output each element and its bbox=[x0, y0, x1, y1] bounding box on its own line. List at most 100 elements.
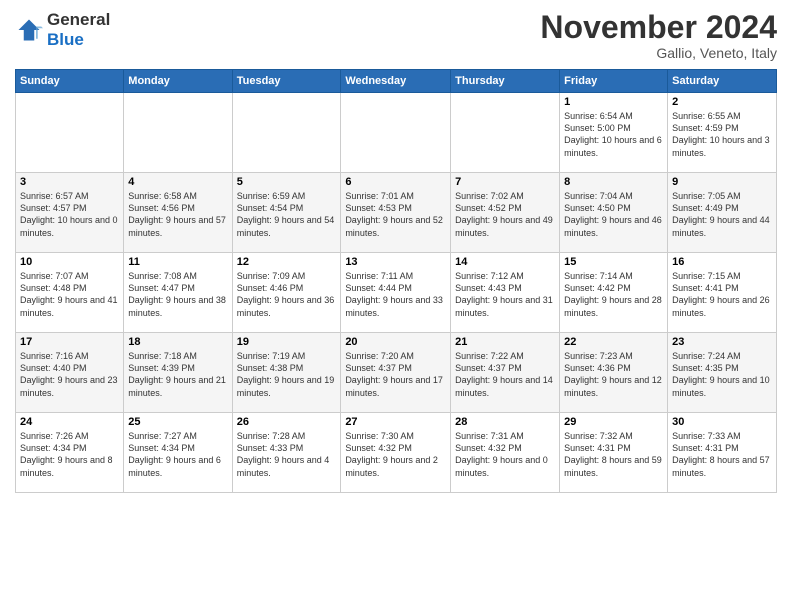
calendar-cell: 27 Sunrise: 7:30 AM Sunset: 4:32 PM Dayli… bbox=[341, 413, 451, 493]
col-sunday: Sunday bbox=[16, 70, 124, 93]
calendar-cell: 26 Sunrise: 7:28 AM Sunset: 4:33 PM Dayli… bbox=[232, 413, 341, 493]
day-number: 19 bbox=[237, 336, 337, 348]
day-number: 23 bbox=[672, 336, 772, 348]
day-number: 5 bbox=[237, 176, 337, 188]
day-number: 14 bbox=[455, 256, 555, 268]
calendar-cell: 28 Sunrise: 7:31 AM Sunset: 4:32 PM Dayli… bbox=[451, 413, 560, 493]
day-number: 22 bbox=[564, 336, 663, 348]
calendar: Sunday Monday Tuesday Wednesday Thursday… bbox=[15, 69, 777, 493]
calendar-cell: 23 Sunrise: 7:24 AM Sunset: 4:35 PM Dayli… bbox=[668, 333, 777, 413]
day-number: 18 bbox=[128, 336, 227, 348]
calendar-cell: 11 Sunrise: 7:08 AM Sunset: 4:47 PM Dayli… bbox=[124, 253, 232, 333]
day-number: 29 bbox=[564, 416, 663, 428]
calendar-cell: 9 Sunrise: 7:05 AM Sunset: 4:49 PM Daylig… bbox=[668, 173, 777, 253]
day-number: 9 bbox=[672, 176, 772, 188]
col-monday: Monday bbox=[124, 70, 232, 93]
calendar-cell: 25 Sunrise: 7:27 AM Sunset: 4:34 PM Dayli… bbox=[124, 413, 232, 493]
day-info: Sunrise: 7:11 AM Sunset: 4:44 PM Dayligh… bbox=[345, 270, 446, 319]
calendar-week-0: 1Sunrise: 6:54 AM Sunset: 5:00 PM Daylig… bbox=[16, 93, 777, 173]
col-tuesday: Tuesday bbox=[232, 70, 341, 93]
calendar-week-2: 10Sunrise: 7:07 AM Sunset: 4:48 PM Dayli… bbox=[16, 253, 777, 333]
day-number: 4 bbox=[128, 176, 227, 188]
day-info: Sunrise: 7:08 AM Sunset: 4:47 PM Dayligh… bbox=[128, 270, 227, 319]
calendar-cell: 2 Sunrise: 6:55 AM Sunset: 4:59 PM Daylig… bbox=[668, 93, 777, 173]
day-info: Sunrise: 7:18 AM Sunset: 4:39 PM Dayligh… bbox=[128, 350, 227, 399]
calendar-week-4: 24 Sunrise: 7:26 AM Sunset: 4:34 PM Dayli… bbox=[16, 413, 777, 493]
day-info: Sunrise: 7:23 AM Sunset: 4:36 PM Dayligh… bbox=[564, 350, 663, 399]
location: Gallio, Veneto, Italy bbox=[540, 45, 777, 61]
col-thursday: Thursday bbox=[451, 70, 560, 93]
day-number: 30 bbox=[672, 416, 772, 428]
day-info: Sunrise: 7:09 AM Sunset: 4:46 PM Dayligh… bbox=[237, 270, 337, 319]
day-info: Sunrise: 7:31 AM Sunset: 4:32 PM Dayligh… bbox=[455, 430, 555, 479]
day-info: Sunrise: 7:14 AM Sunset: 4:42 PM Dayligh… bbox=[564, 270, 663, 319]
calendar-cell: 20Sunrise: 7:20 AM Sunset: 4:37 PM Dayli… bbox=[341, 333, 451, 413]
day-info: Sunrise: 7:04 AM Sunset: 4:50 PM Dayligh… bbox=[564, 190, 663, 239]
col-saturday: Saturday bbox=[668, 70, 777, 93]
day-number: 25 bbox=[128, 416, 227, 428]
title-block: November 2024 Gallio, Veneto, Italy bbox=[540, 10, 777, 61]
day-info: Sunrise: 7:32 AM Sunset: 4:31 PM Dayligh… bbox=[564, 430, 663, 479]
logo: General Blue bbox=[15, 10, 110, 50]
calendar-cell: 13 Sunrise: 7:11 AM Sunset: 4:44 PM Dayli… bbox=[341, 253, 451, 333]
day-info: Sunrise: 7:16 AM Sunset: 4:40 PM Dayligh… bbox=[20, 350, 119, 399]
month-title: November 2024 bbox=[540, 10, 777, 45]
day-info: Sunrise: 7:27 AM Sunset: 4:34 PM Dayligh… bbox=[128, 430, 227, 479]
col-wednesday: Wednesday bbox=[341, 70, 451, 93]
day-info: Sunrise: 7:12 AM Sunset: 4:43 PM Dayligh… bbox=[455, 270, 555, 319]
calendar-cell bbox=[16, 93, 124, 173]
day-number: 11 bbox=[128, 256, 227, 268]
day-number: 13 bbox=[345, 256, 446, 268]
day-number: 1 bbox=[564, 96, 663, 108]
calendar-cell: 22 Sunrise: 7:23 AM Sunset: 4:36 PM Dayli… bbox=[560, 333, 668, 413]
day-number: 3 bbox=[20, 176, 119, 188]
calendar-cell: 4 Sunrise: 6:58 AM Sunset: 4:56 PM Daylig… bbox=[124, 173, 232, 253]
page-header: General Blue November 2024 Gallio, Venet… bbox=[15, 10, 777, 61]
weekday-header-row: Sunday Monday Tuesday Wednesday Thursday… bbox=[16, 70, 777, 93]
day-number: 28 bbox=[455, 416, 555, 428]
day-info: Sunrise: 6:58 AM Sunset: 4:56 PM Dayligh… bbox=[128, 190, 227, 239]
day-number: 16 bbox=[672, 256, 772, 268]
day-number: 27 bbox=[345, 416, 446, 428]
calendar-cell: 17 Sunrise: 7:16 AM Sunset: 4:40 PM Dayli… bbox=[16, 333, 124, 413]
day-info: Sunrise: 7:22 AM Sunset: 4:37 PM Dayligh… bbox=[455, 350, 555, 399]
calendar-cell: 24 Sunrise: 7:26 AM Sunset: 4:34 PM Dayli… bbox=[16, 413, 124, 493]
calendar-cell: 18 Sunrise: 7:18 AM Sunset: 4:39 PM Dayli… bbox=[124, 333, 232, 413]
calendar-cell: 21Sunrise: 7:22 AM Sunset: 4:37 PM Dayli… bbox=[451, 333, 560, 413]
calendar-cell: 5 Sunrise: 6:59 AM Sunset: 4:54 PM Daylig… bbox=[232, 173, 341, 253]
day-info: Sunrise: 7:30 AM Sunset: 4:32 PM Dayligh… bbox=[345, 430, 446, 479]
logo-text: General Blue bbox=[47, 10, 110, 50]
calendar-cell bbox=[232, 93, 341, 173]
calendar-cell: 16 Sunrise: 7:15 AM Sunset: 4:41 PM Dayli… bbox=[668, 253, 777, 333]
calendar-cell bbox=[451, 93, 560, 173]
day-number: 17 bbox=[20, 336, 119, 348]
calendar-cell bbox=[341, 93, 451, 173]
day-number: 15 bbox=[564, 256, 663, 268]
calendar-cell: 3 Sunrise: 6:57 AM Sunset: 4:57 PM Daylig… bbox=[16, 173, 124, 253]
day-info: Sunrise: 7:19 AM Sunset: 4:38 PM Dayligh… bbox=[237, 350, 337, 399]
day-info: Sunrise: 7:05 AM Sunset: 4:49 PM Dayligh… bbox=[672, 190, 772, 239]
calendar-cell: 30 Sunrise: 7:33 AM Sunset: 4:31 PM Dayli… bbox=[668, 413, 777, 493]
day-number: 6 bbox=[345, 176, 446, 188]
day-number: 7 bbox=[455, 176, 555, 188]
logo-icon bbox=[15, 16, 43, 44]
calendar-week-3: 17 Sunrise: 7:16 AM Sunset: 4:40 PM Dayli… bbox=[16, 333, 777, 413]
day-info: Sunrise: 6:55 AM Sunset: 4:59 PM Dayligh… bbox=[672, 110, 772, 159]
calendar-cell bbox=[124, 93, 232, 173]
day-info: Sunrise: 6:59 AM Sunset: 4:54 PM Dayligh… bbox=[237, 190, 337, 239]
day-info: Sunrise: 7:24 AM Sunset: 4:35 PM Dayligh… bbox=[672, 350, 772, 399]
calendar-cell: 10Sunrise: 7:07 AM Sunset: 4:48 PM Dayli… bbox=[16, 253, 124, 333]
calendar-cell: 8Sunrise: 7:04 AM Sunset: 4:50 PM Daylig… bbox=[560, 173, 668, 253]
day-number: 2 bbox=[672, 96, 772, 108]
day-info: Sunrise: 7:07 AM Sunset: 4:48 PM Dayligh… bbox=[20, 270, 119, 319]
day-info: Sunrise: 6:57 AM Sunset: 4:57 PM Dayligh… bbox=[20, 190, 119, 239]
calendar-cell: 1Sunrise: 6:54 AM Sunset: 5:00 PM Daylig… bbox=[560, 93, 668, 173]
day-info: Sunrise: 7:28 AM Sunset: 4:33 PM Dayligh… bbox=[237, 430, 337, 479]
day-info: Sunrise: 7:15 AM Sunset: 4:41 PM Dayligh… bbox=[672, 270, 772, 319]
day-info: Sunrise: 7:26 AM Sunset: 4:34 PM Dayligh… bbox=[20, 430, 119, 479]
day-info: Sunrise: 7:33 AM Sunset: 4:31 PM Dayligh… bbox=[672, 430, 772, 479]
day-number: 26 bbox=[237, 416, 337, 428]
day-number: 24 bbox=[20, 416, 119, 428]
day-info: Sunrise: 7:20 AM Sunset: 4:37 PM Dayligh… bbox=[345, 350, 446, 399]
calendar-cell: 12Sunrise: 7:09 AM Sunset: 4:46 PM Dayli… bbox=[232, 253, 341, 333]
